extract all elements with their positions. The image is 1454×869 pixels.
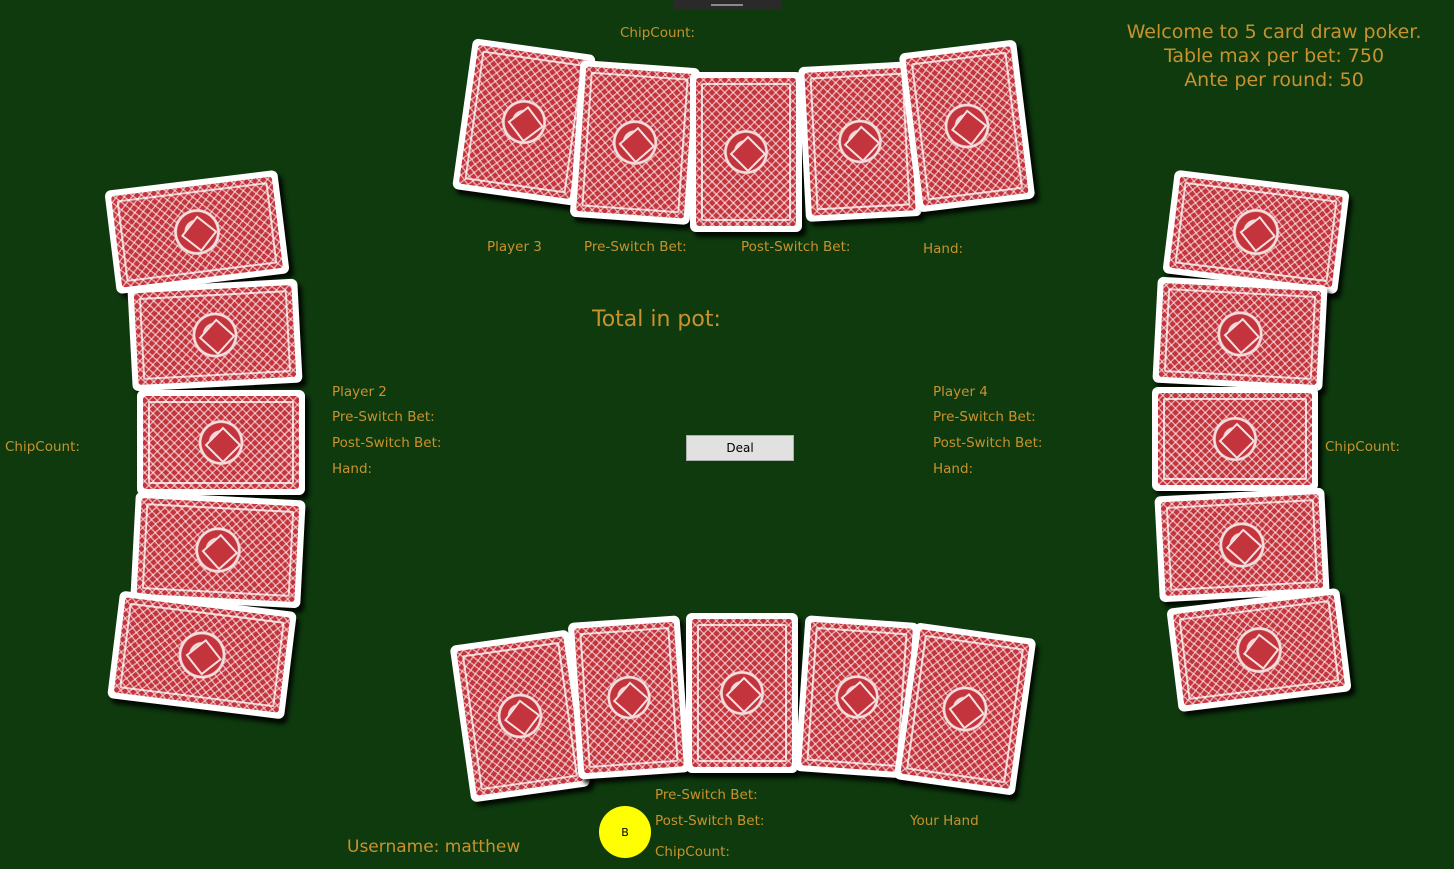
card-back — [696, 78, 796, 226]
card-back — [110, 176, 284, 288]
player3-name: Player 3 — [487, 239, 542, 255]
player2-card-1[interactable] — [104, 169, 290, 295]
player4-card-2[interactable] — [1152, 276, 1328, 392]
welcome-message: Welcome to 5 card draw poker. — [1126, 21, 1422, 43]
player3-chipcount: ChipCount: — [620, 25, 695, 41]
player2-card-5[interactable] — [107, 590, 297, 720]
player2-name: Player 2 — [332, 384, 387, 400]
card-back — [458, 44, 590, 200]
card-back — [576, 66, 694, 219]
player2-hand: Hand: — [332, 461, 373, 477]
player4-card-4[interactable] — [1154, 487, 1330, 603]
player4-card-5[interactable] — [1166, 587, 1352, 713]
player3-hand: Hand: — [923, 241, 964, 257]
player3-card-3[interactable] — [690, 72, 802, 232]
player2-card-2[interactable] — [127, 278, 303, 392]
card-back — [113, 597, 291, 713]
card-back — [801, 621, 913, 773]
welcome-panel: Welcome to 5 card draw poker. Table max … — [1106, 20, 1442, 92]
card-back — [804, 67, 916, 216]
dealer-button-chip: B — [599, 806, 651, 858]
player2-card-3[interactable] — [137, 390, 305, 495]
player2-card-4[interactable] — [130, 491, 306, 609]
my-card-2[interactable] — [567, 615, 691, 780]
player3-pre-switch-bet: Pre-Switch Bet: — [584, 239, 687, 255]
grip-lines-icon[interactable] — [673, 0, 781, 10]
card-back — [456, 636, 584, 796]
deal-button[interactable]: Deal — [686, 435, 794, 461]
my-post-switch-bet: Post-Switch Bet: — [655, 813, 765, 829]
card-back — [905, 46, 1029, 206]
my-card-5[interactable] — [893, 622, 1037, 796]
player4-name: Player 4 — [933, 384, 988, 400]
card-back — [900, 629, 1030, 789]
player4-pre-switch-bet: Pre-Switch Bet: — [933, 409, 1036, 425]
username-label: Username: matthew — [347, 837, 521, 857]
player3-post-switch-bet: Post-Switch Bet: — [741, 239, 851, 255]
my-chipcount: ChipCount: — [655, 844, 730, 860]
ante-per-round: Ante per round: 50 — [1184, 69, 1364, 91]
card-back — [1158, 282, 1322, 386]
player4-card-3[interactable] — [1152, 387, 1318, 491]
player4-post-switch-bet: Post-Switch Bet: — [933, 435, 1043, 451]
card-back — [692, 619, 792, 767]
player4-chipcount: ChipCount: — [1325, 439, 1400, 455]
player3-card-2[interactable] — [569, 60, 701, 225]
player2-chipcount: ChipCount: — [5, 439, 80, 455]
card-back — [1169, 176, 1343, 288]
player3-card-5[interactable] — [898, 39, 1036, 213]
player4-card-1[interactable] — [1162, 169, 1350, 295]
table-max-bet: Table max per bet: 750 — [1163, 45, 1385, 67]
player2-pre-switch-bet: Pre-Switch Bet: — [332, 409, 435, 425]
card-back — [136, 497, 300, 603]
card-back — [143, 396, 299, 489]
total-in-pot: Total in pot: — [592, 307, 721, 332]
player2-post-switch-bet: Post-Switch Bet: — [332, 435, 442, 451]
my-card-3[interactable] — [686, 613, 798, 773]
your-hand-label: Your Hand — [910, 813, 979, 829]
card-back — [574, 621, 684, 774]
card-back — [1172, 594, 1346, 706]
card-back — [1160, 493, 1324, 597]
card-back — [1158, 393, 1312, 485]
player4-hand: Hand: — [933, 461, 974, 477]
card-back — [133, 284, 297, 386]
my-pre-switch-bet: Pre-Switch Bet: — [655, 787, 758, 803]
